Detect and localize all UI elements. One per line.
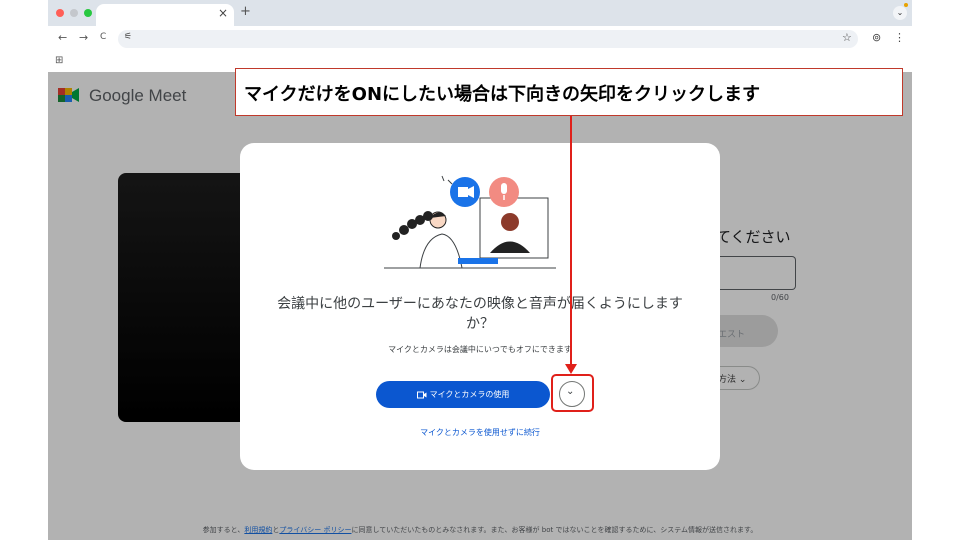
tab-close-icon[interactable]: × — [218, 6, 228, 20]
continue-without-mic-camera-link[interactable]: マイクとカメラを使用せずに続行 — [270, 427, 690, 438]
reload-icon[interactable]: C — [100, 32, 106, 42]
close-window-icon[interactable] — [56, 9, 64, 17]
browser-tab[interactable] — [96, 4, 234, 26]
highlight-box — [551, 374, 594, 412]
back-icon[interactable]: ← — [58, 31, 67, 44]
site-info-icon[interactable]: ⚟ — [124, 32, 132, 42]
bookmark-star-icon[interactable]: ☆ — [842, 31, 852, 44]
instruction-text: マイクだけをONにしたい場合は下向きの矢印をクリックします — [244, 84, 761, 105]
apps-grid-icon[interactable]: ⊞ — [55, 55, 63, 66]
minimize-window-icon[interactable] — [70, 9, 78, 17]
use-mic-and-camera-label: マイクとカメラの使用 — [429, 390, 510, 399]
address-bar[interactable] — [118, 30, 858, 48]
dialog-subtitle: マイクとカメラは会議中にいつでもオフにできます — [388, 345, 572, 354]
use-mic-and-camera-button[interactable]: マイクとカメラの使用 — [376, 381, 550, 408]
profile-icon[interactable]: ⊚ — [872, 31, 881, 44]
new-tab-icon[interactable]: + — [240, 4, 251, 19]
browser-menu-icon[interactable]: ⋮ — [894, 31, 905, 44]
maximize-window-icon[interactable] — [84, 9, 92, 17]
update-badge — [904, 3, 908, 7]
video-call-illustration — [384, 175, 556, 269]
camera-icon — [416, 391, 427, 398]
forward-icon[interactable]: → — [79, 31, 88, 44]
dialog-title: 会議中に他のユーザーにあなたの映像と音声が届くようにしますか？ — [277, 296, 683, 332]
tab-search-icon[interactable]: ⌄ — [893, 6, 907, 20]
arrow-head-icon — [565, 364, 577, 374]
arrow-line — [570, 116, 572, 368]
